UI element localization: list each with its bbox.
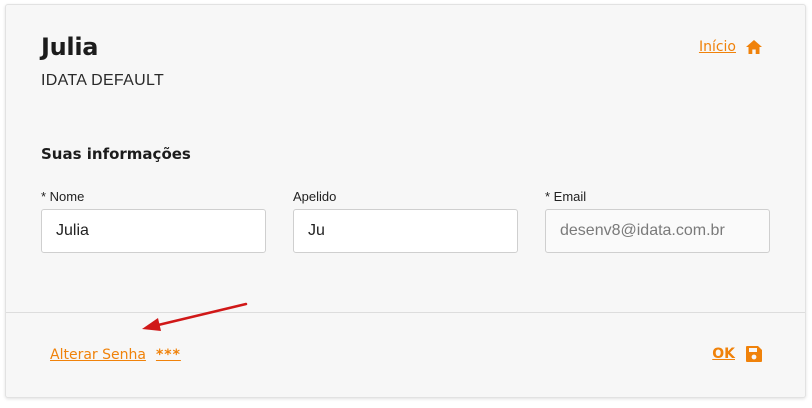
ok-label[interactable]: OK — [712, 346, 735, 362]
organization-name: IDATA DEFAULT — [41, 72, 165, 89]
name-input[interactable] — [41, 209, 266, 253]
annotation-arrow-icon — [138, 300, 250, 338]
change-password-link[interactable]: Alterar Senha *** — [50, 347, 181, 363]
home-link[interactable]: Início — [699, 39, 763, 55]
nickname-input[interactable] — [293, 209, 518, 253]
save-icon[interactable] — [745, 345, 763, 363]
section-title: Suas informações — [41, 145, 191, 163]
profile-card: Julia IDATA DEFAULT Início Suas informaç… — [5, 4, 806, 398]
nickname-field-group: Apelido — [293, 189, 518, 253]
name-label: * Nome — [41, 189, 85, 204]
email-input[interactable] — [545, 209, 770, 253]
password-mask[interactable]: *** — [156, 347, 181, 363]
home-link-label[interactable]: Início — [699, 39, 736, 55]
footer-divider — [6, 312, 805, 313]
nickname-label: Apelido — [293, 189, 337, 204]
email-field-group: * Email — [545, 189, 770, 253]
home-icon[interactable] — [745, 39, 763, 55]
change-password-label[interactable]: Alterar Senha — [50, 347, 146, 363]
ok-button[interactable]: OK — [712, 345, 763, 363]
name-field-group: * Nome — [41, 189, 266, 253]
user-name: Julia — [41, 33, 99, 61]
email-label: * Email — [545, 189, 587, 204]
